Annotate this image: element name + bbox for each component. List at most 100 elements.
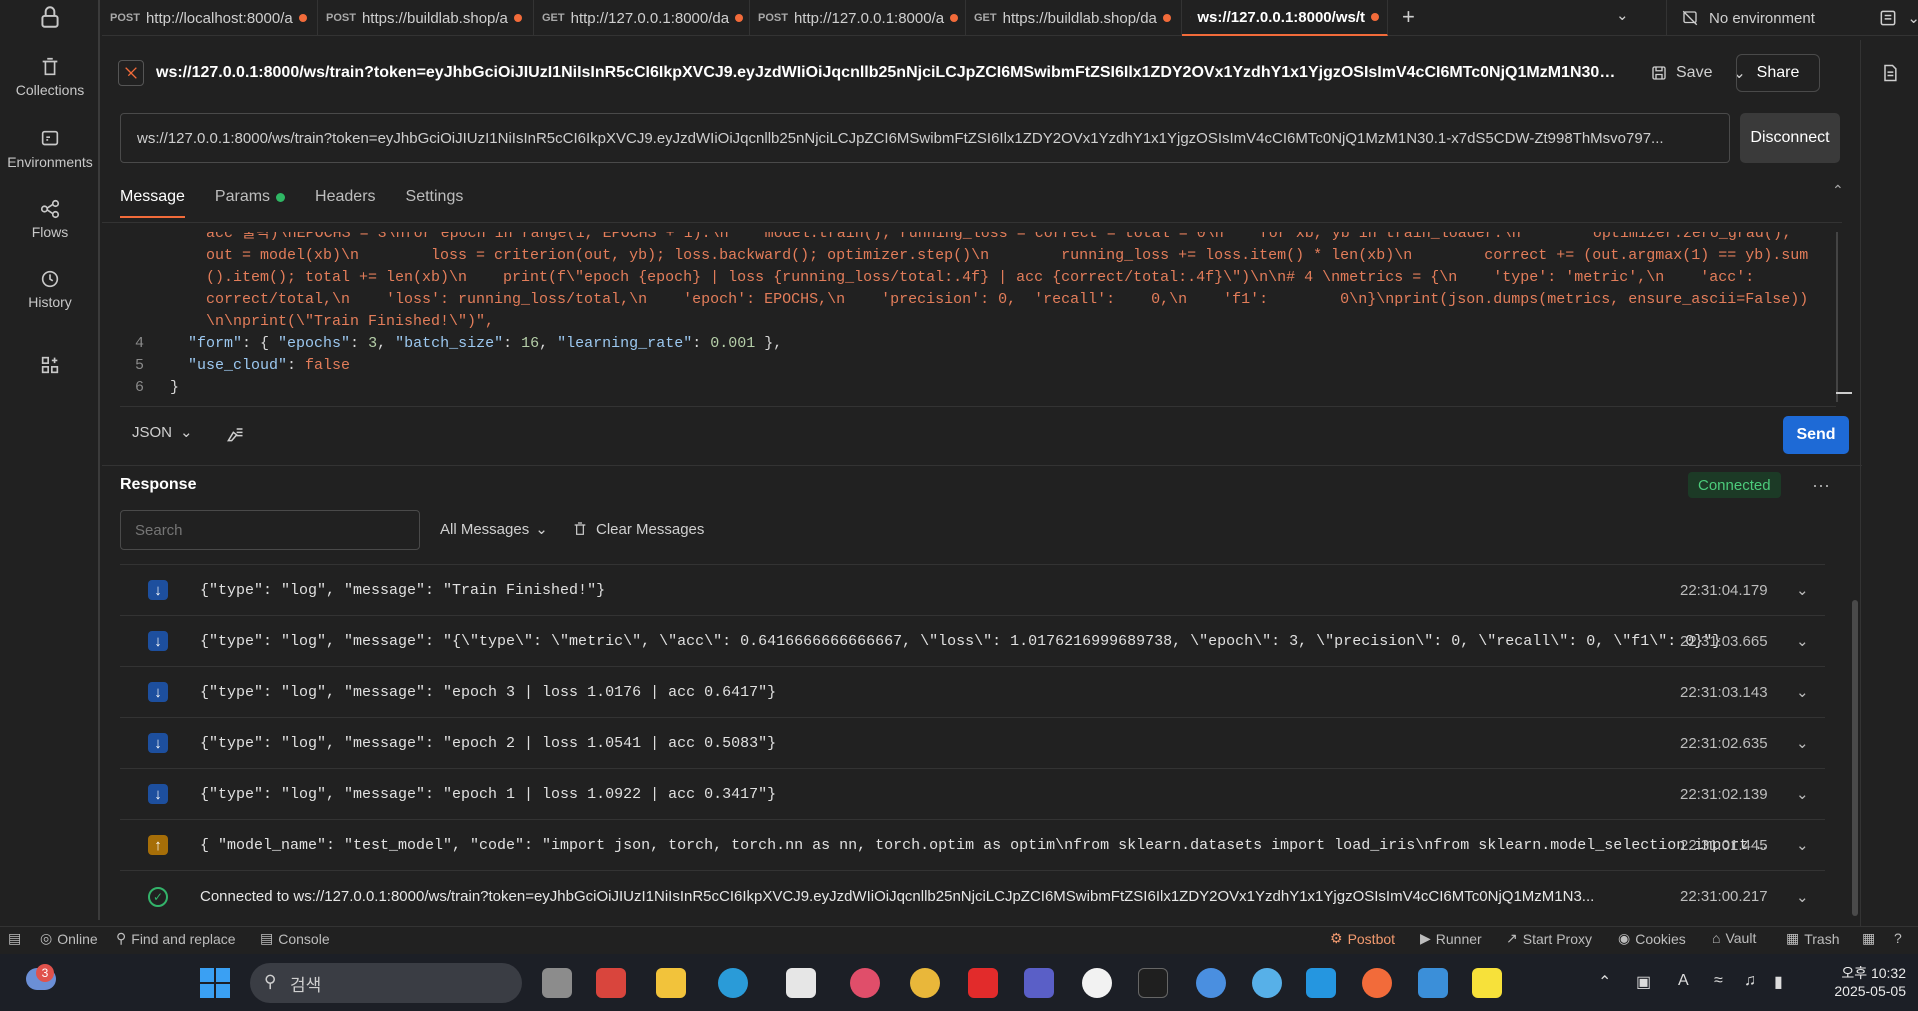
postman-icon[interactable] xyxy=(1362,968,1392,998)
wifi-icon[interactable]: ≈ xyxy=(1714,972,1723,990)
chevron-down-icon[interactable]: ⌄ xyxy=(1796,632,1809,650)
chrome-icon[interactable] xyxy=(1252,968,1282,998)
chevron-down-icon[interactable]: ⌄ xyxy=(1796,888,1809,906)
editor-bottom-divider xyxy=(120,406,1836,407)
beautify-icon[interactable] xyxy=(224,424,246,444)
help-icon[interactable]: ? xyxy=(1894,930,1902,946)
ime-indicator[interactable]: A xyxy=(1678,972,1689,990)
sidebar-item-history[interactable]: History xyxy=(0,268,100,328)
app-icon[interactable] xyxy=(1138,968,1168,998)
tab-label: ws://127.0.0.1:8000/ws/t xyxy=(1197,8,1365,26)
list-item[interactable]: ↓ {"type": "log", "message": "epoch 3 | … xyxy=(120,667,1825,718)
postbot-button[interactable]: ⚙ Postbot xyxy=(1330,930,1395,947)
save-button[interactable]: Save ⌄ xyxy=(1650,56,1746,90)
vault-button[interactable]: ⌂ Vault xyxy=(1712,930,1756,946)
tab-request-2[interactable]: POST https://buildlab.shop/a xyxy=(318,0,534,36)
tab-message[interactable]: Message xyxy=(120,180,185,218)
tab-request-3[interactable]: GET http://127.0.0.1:8000/da xyxy=(534,0,750,36)
start-menu-icon[interactable] xyxy=(200,968,230,998)
url-input[interactable]: ws://127.0.0.1:8000/ws/train?token=eyJhb… xyxy=(120,113,1730,163)
app-icon[interactable] xyxy=(1082,968,1112,998)
game-icon[interactable] xyxy=(850,968,880,998)
network-off-icon[interactable]: ▣ xyxy=(1636,972,1651,992)
message-timestamp: 22:31:01.445 xyxy=(1680,836,1768,854)
tab-request-5[interactable]: GET https://buildlab.shop/da xyxy=(966,0,1182,36)
battery-icon[interactable]: ▮ xyxy=(1774,972,1783,992)
task-view-icon[interactable] xyxy=(542,968,572,998)
file-explorer-icon[interactable] xyxy=(656,968,686,998)
chevron-up-icon[interactable]: ⌃ xyxy=(1598,972,1611,992)
chevron-down-icon[interactable]: ⌄ xyxy=(1796,734,1809,752)
environment-icon xyxy=(41,130,59,146)
list-item[interactable]: ✓ Connected to ws://127.0.0.1:8000/ws/tr… xyxy=(120,871,1825,922)
tab-list-chevron-icon[interactable]: ⌄ xyxy=(1616,6,1629,24)
message-editor[interactable]: acc 출력)\nEPOCHS = 3\nfor epoch in range(… xyxy=(120,232,1835,406)
collapse-chevron-icon[interactable]: ⌃ xyxy=(1832,182,1844,199)
disconnect-button[interactable]: Disconnect xyxy=(1740,113,1840,163)
system-clock[interactable]: 오후 10:32 2025-05-05 xyxy=(1822,964,1906,1000)
find-replace-button[interactable]: ⚲ Find and replace xyxy=(116,930,236,947)
tab-headers[interactable]: Headers xyxy=(315,180,375,214)
app-icon[interactable] xyxy=(596,968,626,998)
tab-request-4[interactable]: POST http://127.0.0.1:8000/a xyxy=(750,0,966,36)
youtube-icon[interactable] xyxy=(968,968,998,998)
toggle-sidebar-icon[interactable]: ▤ xyxy=(8,930,21,947)
more-options-icon[interactable]: ⋯ xyxy=(1812,476,1830,497)
editor-scrollbar[interactable] xyxy=(1836,232,1838,402)
chrome-icon[interactable] xyxy=(910,968,940,998)
chevron-down-icon[interactable]: ⌄ xyxy=(1796,581,1809,599)
tab-params[interactable]: Params xyxy=(215,180,286,214)
message-list: ↓ {"type": "log", "message": "Train Fini… xyxy=(120,565,1825,922)
postbot-label: Postbot xyxy=(1347,930,1396,947)
arrow-down-icon: ↓ xyxy=(148,631,168,651)
send-button[interactable]: Send xyxy=(1783,416,1849,454)
list-item[interactable]: ↓ {"type": "log", "message": "{\"type\":… xyxy=(120,616,1825,667)
line-number: 6 xyxy=(134,379,144,396)
environment-quicklook-icon[interactable] xyxy=(1878,8,1898,28)
tab-websocket-active[interactable]: ws://127.0.0.1:8000/ws/t xyxy=(1182,0,1388,36)
start-proxy-button[interactable]: ↗ Start Proxy xyxy=(1506,930,1592,947)
sidebar-item-configure[interactable] xyxy=(0,354,100,414)
list-item[interactable]: ↓ {"type": "log", "message": "epoch 1 | … xyxy=(120,769,1825,820)
documentation-icon[interactable] xyxy=(1880,62,1900,84)
trash-button[interactable]: ▦ Trash xyxy=(1786,930,1840,947)
sidebar-item-label: Flows xyxy=(31,224,69,240)
list-item[interactable]: ↓ {"type": "log", "message": "Train Fini… xyxy=(120,565,1825,616)
sidebar-item-environments[interactable]: Environments xyxy=(0,128,100,188)
edge-icon[interactable] xyxy=(718,968,748,998)
request-title[interactable]: ws://127.0.0.1:8000/ws/train?token=eyJhb… xyxy=(156,64,1616,82)
message-search-input[interactable] xyxy=(120,510,420,550)
docker-icon[interactable] xyxy=(1306,968,1336,998)
online-status[interactable]: ◎ Online xyxy=(40,930,98,947)
lock-icon[interactable] xyxy=(37,4,63,30)
kakaotalk-icon[interactable] xyxy=(1472,968,1502,998)
console-button[interactable]: ▤ Console xyxy=(260,930,330,947)
sidebar-item-label: Collections xyxy=(15,82,85,98)
store-icon[interactable] xyxy=(786,968,816,998)
volume-icon[interactable]: ♫ xyxy=(1744,972,1756,990)
chevron-down-icon[interactable]: ⌄ xyxy=(1796,683,1809,701)
response-scrollbar[interactable] xyxy=(1852,600,1858,916)
list-item[interactable]: ↑ { "model_name": "test_model", "code": … xyxy=(120,820,1825,871)
share-button[interactable]: Share xyxy=(1736,54,1820,92)
tab-settings[interactable]: Settings xyxy=(406,180,464,214)
clear-messages-button[interactable]: Clear Messages xyxy=(572,520,704,538)
layout-icon[interactable]: ▦ xyxy=(1862,930,1875,947)
teams-icon[interactable] xyxy=(1024,968,1054,998)
chevron-down-icon[interactable]: ⌄ xyxy=(1796,785,1809,803)
runner-button[interactable]: ▶ Runner xyxy=(1420,930,1482,947)
list-item[interactable]: ↓ {"type": "log", "message": "epoch 2 | … xyxy=(120,718,1825,769)
editor-resize-handle[interactable] xyxy=(1836,392,1852,394)
chevron-down-icon[interactable]: ⌄ xyxy=(1796,836,1809,854)
sidebar-item-collections[interactable]: Collections xyxy=(0,56,100,116)
format-select[interactable]: JSON ⌄ xyxy=(132,423,193,442)
taskbar-search-input[interactable]: ⚲ 검색 xyxy=(250,963,522,1003)
cookies-button[interactable]: ◉ Cookies xyxy=(1618,930,1686,947)
message-filter-select[interactable]: All Messages ⌄ xyxy=(440,520,548,539)
tab-request-1[interactable]: POST http://localhost:8000/a xyxy=(102,0,318,36)
chrome-icon[interactable] xyxy=(1196,968,1226,998)
new-tab-button[interactable]: + xyxy=(1402,4,1415,30)
notepad-icon[interactable] xyxy=(1418,968,1448,998)
sidebar-item-flows[interactable]: Flows xyxy=(0,198,100,258)
vault-icon: ⌂ xyxy=(1712,930,1721,946)
